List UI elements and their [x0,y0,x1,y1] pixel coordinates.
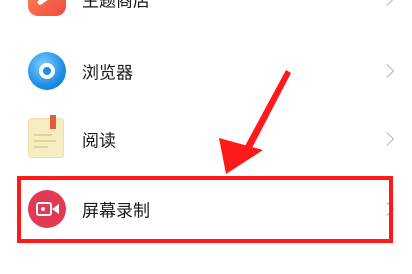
pointer-arrow [219,70,291,174]
